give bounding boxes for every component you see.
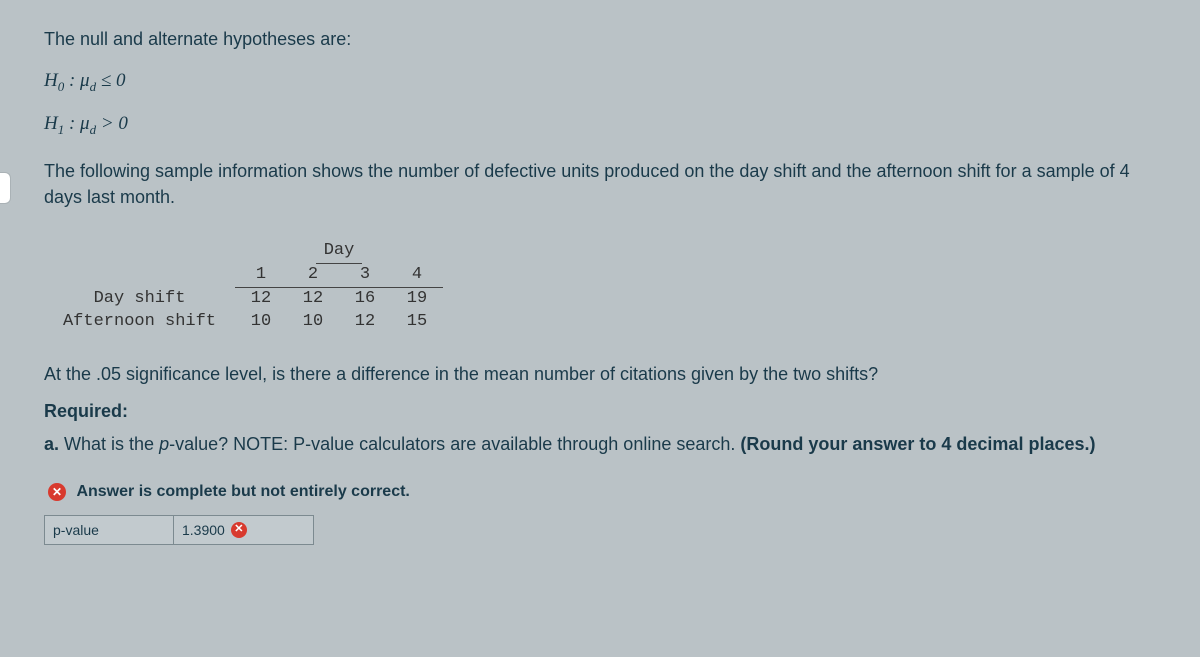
data-table: Day 1 2 3 4 Day shift 12 12 16 19 Aftern… <box>44 240 1160 334</box>
question-text: What is the <box>64 434 159 454</box>
row-label: Day shift <box>44 287 235 310</box>
h-symbol: H <box>44 113 58 134</box>
table-row: Afternoon shift 10 10 12 15 <box>44 311 443 334</box>
answer-row: p-value 1.3900 ✕ <box>44 515 1160 545</box>
table-group-header: Day <box>316 240 363 264</box>
col-header: 4 <box>391 264 443 287</box>
required-label: Required: <box>44 401 1160 422</box>
significance-question: At the .05 significance level, is there … <box>44 364 1160 385</box>
col-header: 1 <box>235 264 287 287</box>
h-op: > 0 <box>96 113 128 134</box>
feedback-message: Answer is complete but not entirely corr… <box>76 483 409 500</box>
question-bold: (Round your answer to 4 decimal places.) <box>740 434 1095 454</box>
question-a: a. What is the p-value? NOTE: P-value ca… <box>44 434 1160 455</box>
side-handle[interactable] <box>0 172 11 204</box>
h-op: ≤ 0 <box>96 70 125 91</box>
row-label: Afternoon shift <box>44 311 235 334</box>
question-prefix: a. <box>44 434 64 454</box>
cell: 15 <box>391 311 443 334</box>
cell: 12 <box>287 287 339 310</box>
answer-label-cell: p-value <box>44 515 174 545</box>
question-text: -value? NOTE: P-value calculators are av… <box>169 434 740 454</box>
h-symbol: H <box>44 70 58 91</box>
alt-hypothesis: H1 : μd > 0 <box>44 113 1160 138</box>
feedback-bar: ✕ Answer is complete but not entirely co… <box>44 479 1160 507</box>
incorrect-icon: ✕ <box>48 483 66 501</box>
cell: 16 <box>339 287 391 310</box>
null-hypothesis: H0 : μd ≤ 0 <box>44 70 1160 95</box>
cell: 10 <box>235 311 287 334</box>
col-header: 3 <box>339 264 391 287</box>
p-italic: p <box>159 434 169 454</box>
h-rest: : μ <box>64 70 89 91</box>
answer-value: 1.3900 <box>182 522 225 538</box>
page-content: The null and alternate hypotheses are: H… <box>0 0 1200 565</box>
incorrect-icon: ✕ <box>231 522 247 538</box>
col-header: 2 <box>287 264 339 287</box>
cell: 12 <box>339 311 391 334</box>
table-row: Day shift 12 12 16 19 <box>44 287 443 310</box>
cell: 12 <box>235 287 287 310</box>
intro-text: The null and alternate hypotheses are: <box>44 26 1160 52</box>
sample-paragraph: The following sample information shows t… <box>44 158 1160 210</box>
answer-value-cell[interactable]: 1.3900 ✕ <box>174 515 314 545</box>
cell: 10 <box>287 311 339 334</box>
h-rest: : μ <box>64 113 89 134</box>
cell: 19 <box>391 287 443 310</box>
